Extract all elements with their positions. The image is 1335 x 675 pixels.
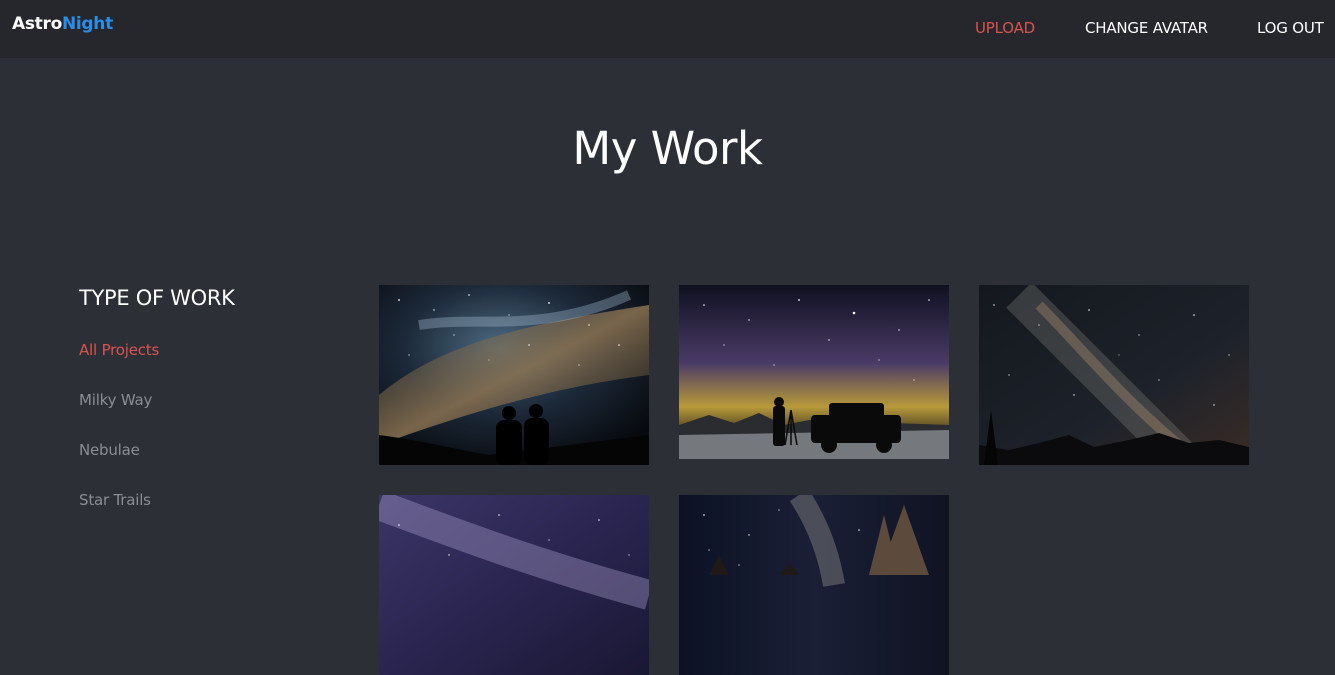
top-navbar: AstroNight UPLOAD CHANGE AVATAR LOG OUT — [0, 0, 1335, 58]
gallery-item-2[interactable] — [679, 285, 949, 459]
purple-milky-way-photo — [379, 495, 649, 675]
filter-star-trails[interactable]: Star Trails — [79, 491, 151, 509]
filter-all-projects[interactable]: All Projects — [79, 341, 159, 359]
gallery-item-4[interactable] — [379, 495, 649, 675]
brand-logo[interactable]: AstroNight — [12, 14, 113, 34]
gallery-item-3[interactable] — [979, 285, 1249, 465]
filter-milky-way[interactable]: Milky Way — [79, 391, 152, 409]
milky-way-trees-photo — [679, 495, 949, 675]
gallery-item-5[interactable] — [679, 495, 949, 675]
filter-nebulae[interactable]: Nebulae — [79, 441, 140, 459]
milky-way-mountains-photo — [979, 285, 1249, 465]
filter-heading: TYPE OF WORK — [79, 286, 235, 310]
nav-upload-link[interactable]: UPLOAD — [975, 19, 1035, 37]
nav-change-avatar-link[interactable]: CHANGE AVATAR — [1085, 19, 1208, 37]
gallery-item-1[interactable] — [379, 285, 649, 465]
brand-text-astro: Astro — [12, 14, 62, 34]
nav-logout-link[interactable]: LOG OUT — [1257, 19, 1324, 37]
night-sky-car-photographer-photo — [679, 285, 949, 459]
milky-way-silhouettes-photo — [379, 285, 649, 465]
page-title: My Work — [572, 122, 763, 175]
brand-text-night: Night — [61, 14, 113, 34]
